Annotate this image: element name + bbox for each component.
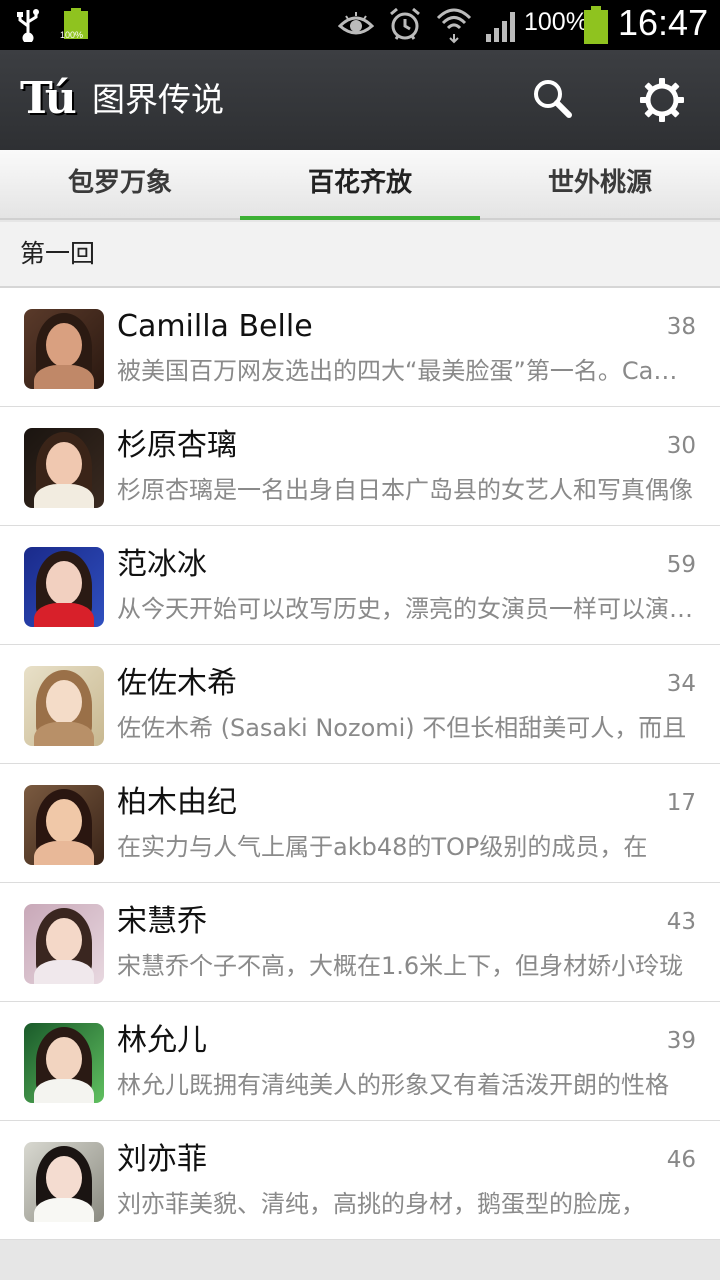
list-item[interactable]: 佐佐木希 34 佐佐木希 (Sasaki Nozomi) 不但长相甜美可人，而且 [0,645,720,764]
settings-icon[interactable] [638,76,686,124]
item-name: 宋慧乔 [117,904,207,939]
eye-icon [338,12,374,35]
item-count: 59 [666,552,696,578]
tab-baoluowanxiang[interactable]: 包罗万象 [0,150,240,220]
item-name: 范冰冰 [117,547,207,582]
tab-shiwaitaoyuan[interactable]: 世外桃源 [480,150,720,220]
signal-icon [486,12,515,42]
status-bar: 100% 100% 16:47 [0,0,720,50]
list-item[interactable]: 柏木由纪 17 在实力与人气上属于akb48的TOP级别的成员，在 [0,764,720,883]
section-title: 第一回 [20,239,96,268]
item-name: 佐佐木希 [117,666,237,701]
avatar [24,666,104,746]
item-description: 被美国百万网友选出的四大“最美脸蛋”第一名。Camilla [117,357,697,385]
list-item[interactable]: 杉原杏璃 30 杉原杏璃是一名出身自日本广岛县的女艺人和写真偶像 [0,407,720,526]
item-description: 佐佐木希 (Sasaki Nozomi) 不但长相甜美可人，而且 [117,714,687,742]
item-description: 宋慧乔个子不高，大概在1.6米上下，但身材娇小玲珑 [117,952,684,980]
battery-small-label: 100% [60,30,84,40]
tab-label: 包罗万象 [67,168,172,198]
item-description: 杉原杏璃是一名出身自日本广岛县的女艺人和写真偶像 [117,476,693,504]
item-count: 43 [666,909,696,935]
item-name: 杉原杏璃 [117,428,237,463]
battery-icon [584,6,608,44]
action-bar: Tú 图界传说 [0,50,720,150]
list-item[interactable]: 刘亦菲 46 刘亦菲美貌、清纯，高挑的身材，鹅蛋型的脸庞， [0,1121,720,1240]
app-title: 图界传说 [92,80,224,119]
avatar [24,428,104,508]
tab-label: 世外桃源 [547,168,652,198]
item-description: 从今天开始可以改写历史，漂亮的女演员一样可以演好戏 [117,595,697,623]
list-item[interactable]: 范冰冰 59 从今天开始可以改写历史，漂亮的女演员一样可以演好戏 [0,526,720,645]
avatar [24,1023,104,1103]
wifi-icon [436,8,472,44]
avatar [24,309,104,389]
item-name: 刘亦菲 [117,1142,207,1177]
item-count: 30 [666,433,696,459]
list-item[interactable]: Camilla Belle 38 被美国百万网友选出的四大“最美脸蛋”第一名。C… [0,288,720,407]
item-description: 林允儿既拥有清纯美人的形象又有着活泼开朗的性格 [117,1071,669,1099]
tab-label: 百花齐放 [307,168,412,198]
section-header: 第一回 [0,222,720,288]
avatar [24,547,104,627]
avatar [24,904,104,984]
list-item[interactable]: 林允儿 39 林允儿既拥有清纯美人的形象又有着活泼开朗的性格 [0,1002,720,1121]
search-icon[interactable] [530,76,574,120]
item-count: 38 [666,314,696,340]
tab-selected-indicator [240,216,480,220]
item-description: 在实力与人气上属于akb48的TOP级别的成员，在 [117,833,648,861]
item-count: 39 [666,1028,696,1054]
tab-bar: 包罗万象 百花齐放 世外桃源 [0,150,720,220]
item-count: 34 [666,671,696,697]
item-name: 柏木由纪 [117,785,237,820]
item-name: Camilla Belle [117,309,313,344]
avatar [24,1142,104,1222]
alarm-icon [390,7,420,40]
app-logo[interactable]: Tú [20,74,80,124]
battery-percent: 100% [524,8,588,36]
item-name: 林允儿 [117,1023,207,1058]
tab-baihuaqifang[interactable]: 百花齐放 [240,150,480,220]
avatar [24,785,104,865]
item-count: 17 [666,790,696,816]
item-count: 46 [666,1147,696,1173]
usb-icon [17,9,39,42]
clock: 16:47 [618,2,709,43]
celebrity-list: Camilla Belle 38 被美国百万网友选出的四大“最美脸蛋”第一名。C… [0,288,720,1240]
list-item[interactable]: 宋慧乔 43 宋慧乔个子不高，大概在1.6米上下，但身材娇小玲珑 [0,883,720,1002]
item-description: 刘亦菲美貌、清纯，高挑的身材，鹅蛋型的脸庞， [117,1190,645,1218]
